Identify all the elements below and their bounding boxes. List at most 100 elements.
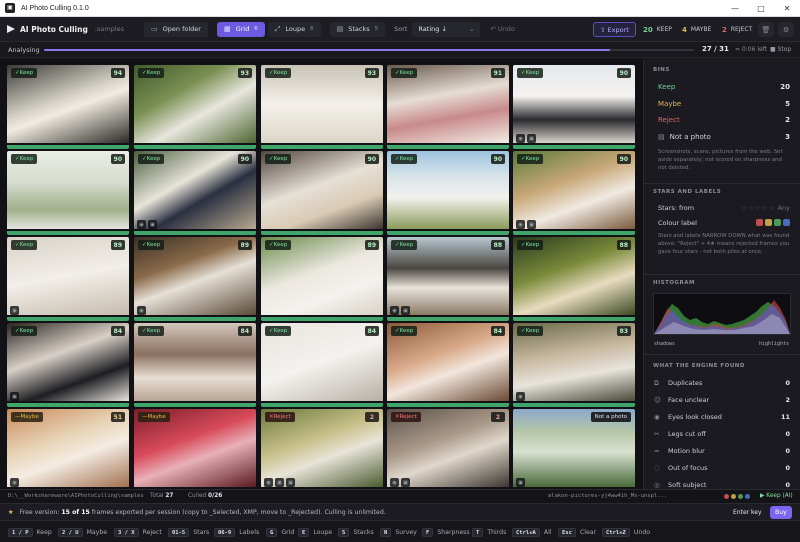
close-icon[interactable]: ✕ — [774, 0, 800, 17]
minimize-icon[interactable]: — — [722, 0, 748, 17]
status-badge[interactable]: ✓ Keep — [138, 326, 165, 336]
keep-counter[interactable]: 20 KEEP — [643, 22, 672, 37]
tab-loupe[interactable]: ⤢ Loupe 6 — [267, 21, 321, 37]
swatch-green[interactable] — [774, 219, 781, 226]
status-badge[interactable]: ✕ Reject — [265, 412, 295, 422]
status-badge[interactable]: ✓ Keep — [138, 240, 165, 250]
maximize-icon[interactable]: □ — [748, 0, 774, 17]
shortcut-label: Sharpness — [437, 529, 470, 536]
status-badge[interactable]: ✓ Keep — [391, 326, 418, 336]
bin-keep[interactable]: Keep 20 — [658, 83, 790, 91]
photo-card[interactable]: ✕ Reject 2 ◉ ▣ — [387, 409, 509, 489]
export-button[interactable]: ⇧ Export — [593, 22, 636, 37]
maybe-counter[interactable]: 4 MAYBE — [682, 22, 711, 37]
colour-filter[interactable]: Colour label — [658, 219, 790, 228]
open-folder-button[interactable]: ▭ Open folder — [144, 21, 208, 37]
swatch-red[interactable] — [756, 219, 763, 226]
photo-card[interactable]: ✓ Keep 93 — [261, 65, 383, 149]
star-rating-icon[interactable]: ☆☆☆☆☆ — [741, 204, 775, 212]
status-badge-label: Keep — [273, 242, 288, 248]
status-badge[interactable]: — Maybe — [11, 412, 43, 422]
status-badge[interactable]: ✓ Keep — [11, 154, 38, 164]
photo-card[interactable]: ✓ Keep 88 ◉ ▣ — [387, 237, 509, 321]
photo-card[interactable]: ✓ Keep 90 ◉ ▣ — [134, 151, 256, 235]
status-bar-strip — [261, 403, 383, 407]
sort-select[interactable]: Rating ↓ ⌄ — [412, 21, 481, 37]
photo-card[interactable]: ✓ Keep 91 — [387, 65, 509, 149]
photo-card[interactable]: ✓ Keep 84 — [387, 323, 509, 407]
status-badge[interactable]: ✓ Keep — [517, 326, 544, 336]
tab-grid[interactable]: ▦ Grid 6 — [216, 21, 265, 37]
photo-card[interactable]: ✓ Keep 89 — [261, 237, 383, 321]
finding-row[interactable]: ≈ Motion blur 0 — [654, 447, 790, 455]
bin-not-a-photo[interactable]: ▤ Not a photo 3 — [658, 133, 790, 141]
photo-card[interactable]: ✓ Keep 90 — [261, 151, 383, 235]
status-bar-strip — [387, 231, 509, 235]
issue-flags: ◉ ▣ ▣ — [264, 478, 297, 487]
status-badge[interactable]: ✓ Keep — [138, 68, 165, 78]
not-a-photo-badge: Not a photo — [590, 412, 631, 422]
finding-row[interactable]: ◌ Out of focus 0 — [654, 464, 790, 472]
finding-count: 0 — [785, 464, 790, 472]
swatch-blue[interactable] — [783, 219, 790, 226]
status-badge[interactable]: ✓ Keep — [11, 240, 38, 250]
label-dots — [724, 494, 752, 499]
buy-button[interactable]: Buy — [770, 506, 792, 519]
photo-card[interactable]: ✓ Keep 84 — [261, 323, 383, 407]
trash-icon[interactable]: 🗑 — [758, 22, 774, 37]
finding-row[interactable]: ◉ Eyes look closed 11 — [654, 413, 790, 421]
photo-card[interactable]: ✓ Keep 84 — [134, 323, 256, 407]
status-badge[interactable]: ✓ Keep — [391, 68, 418, 78]
loupe-label: Loupe — [285, 25, 306, 33]
swatch-yellow[interactable] — [765, 219, 772, 226]
undo-button[interactable]: ↶ Undo — [490, 25, 515, 33]
bin-reject[interactable]: Reject 2 — [658, 116, 790, 124]
finding-row[interactable]: ◎ Soft subject 0 — [654, 481, 790, 489]
status-badge[interactable]: ✓ Keep — [517, 240, 544, 250]
photo-card[interactable]: — Maybe — [134, 409, 256, 489]
status-badge[interactable]: ✓ Keep — [265, 326, 292, 336]
photo-card[interactable]: ✕ Reject 2 ◉ ▣ ▣ — [261, 409, 383, 489]
photo-card[interactable]: ✓ Keep 89 ▣ — [7, 237, 129, 321]
bin-maybe[interactable]: Maybe 5 — [658, 100, 790, 108]
photo-card[interactable]: Not a photo ▣ — [513, 409, 635, 489]
finding-row[interactable]: ✂ Legs cut off 0 — [654, 430, 790, 438]
status-badge[interactable]: ✓ Keep — [517, 154, 544, 164]
label-dot-blue — [745, 494, 750, 499]
culled-label: Culled — [188, 493, 207, 499]
status-badge[interactable]: ✓ Keep — [517, 68, 544, 78]
photo-card[interactable]: ✓ Keep 93 — [134, 65, 256, 149]
status-badge[interactable]: ✓ Keep — [391, 154, 418, 164]
finding-row[interactable]: ☺ Face unclear 2 — [654, 396, 790, 404]
tab-stacks[interactable]: ▤ Stacks 5 — [329, 21, 386, 37]
status-bar-strip — [513, 231, 635, 235]
status-badge[interactable]: ✓ Keep — [265, 240, 292, 250]
gear-icon[interactable]: ⚙ — [778, 22, 794, 37]
photo-card[interactable]: ✓ Keep 90 ◉ ▣ — [513, 65, 635, 149]
status-badge[interactable]: ✓ Keep — [391, 240, 418, 250]
photo-card[interactable]: ✓ Keep 90 ◉ ▣ — [513, 151, 635, 235]
photo-card[interactable]: ✓ Keep 83 ◉ — [513, 323, 635, 407]
photo-card[interactable]: ✓ Keep 90 — [7, 151, 129, 235]
photo-card[interactable]: ✓ Keep 90 — [387, 151, 509, 235]
photo-card[interactable]: ✓ Keep 94 — [7, 65, 129, 149]
photo-card[interactable]: ✓ Keep 84 ▣ — [7, 323, 129, 407]
enter-key-button[interactable]: Enter key — [728, 507, 767, 518]
stop-button[interactable]: ■ Stop — [770, 46, 791, 53]
reject-counter[interactable]: 2 REJECT — [722, 22, 752, 37]
stars-filter[interactable]: Stars: from ☆☆☆☆☆ Any — [658, 204, 790, 212]
finding-row[interactable]: ⧉ Duplicates 0 — [654, 379, 790, 388]
photo-card[interactable]: ✓ Keep 88 — [513, 237, 635, 321]
shortcut-key: F — [422, 528, 434, 537]
status-badge[interactable]: ✓ Keep — [11, 326, 38, 336]
status-badge[interactable]: — Maybe — [138, 412, 170, 422]
status-badge[interactable]: ✓ Keep — [11, 68, 38, 78]
status-badge[interactable]: ✓ Keep — [265, 68, 292, 78]
finding-icon: ⧉ — [654, 379, 659, 387]
status-badge[interactable]: ✓ Keep — [265, 154, 292, 164]
photo-card[interactable]: — Maybe 51 ◉ — [7, 409, 129, 489]
reject-count-label: REJECT — [730, 26, 753, 33]
status-badge[interactable]: ✓ Keep — [138, 154, 165, 164]
photo-card[interactable]: ✓ Keep 89 ◉ — [134, 237, 256, 321]
status-badge[interactable]: ✕ Reject — [391, 412, 421, 422]
